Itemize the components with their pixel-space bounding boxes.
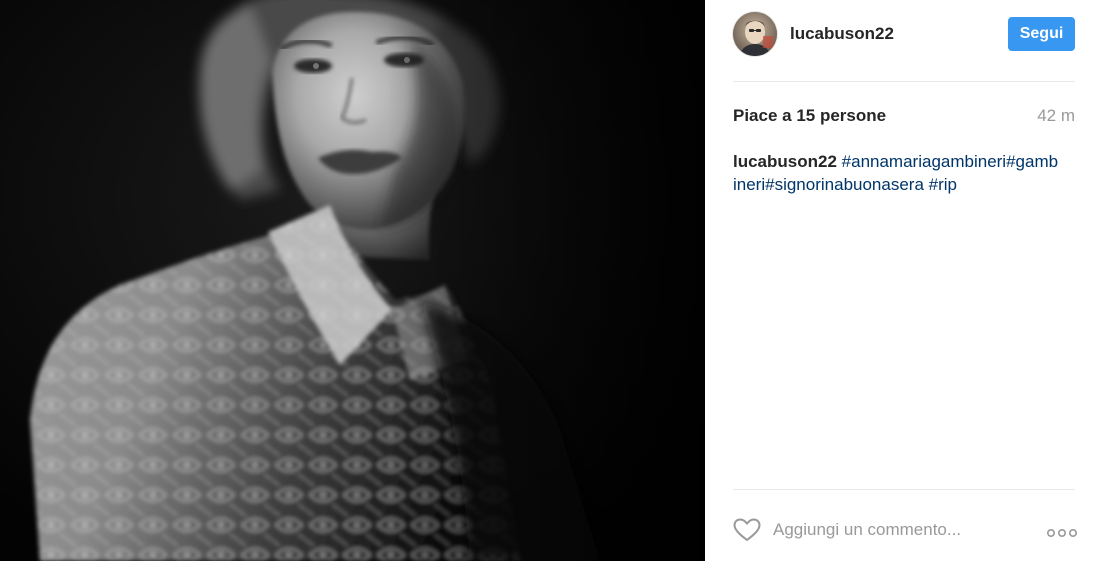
portrait-image (0, 0, 705, 561)
more-options-icon[interactable] (1046, 525, 1077, 538)
post-caption: lucabuson22 #annamariagambineri#gambiner… (733, 150, 1061, 196)
comment-bar (733, 510, 1077, 548)
heart-outline-icon[interactable] (733, 518, 761, 542)
hashtag-link[interactable]: #annamariagambineri (842, 152, 1006, 171)
likes-count[interactable]: Piace a 15 persone (733, 105, 886, 127)
post-header: lucabuson22 Segui (733, 12, 1075, 68)
comment-input[interactable] (773, 516, 1033, 544)
hashtag-link[interactable]: #signorinabuonasera (765, 175, 924, 194)
avatar[interactable] (733, 12, 777, 56)
caption-username[interactable]: lucabuson22 (733, 152, 837, 171)
hashtag-link[interactable]: #rip (929, 175, 957, 194)
header-divider (733, 81, 1075, 82)
comment-divider (733, 489, 1075, 490)
post-author-username[interactable]: lucabuson22 (790, 24, 894, 44)
follow-button[interactable]: Segui (1008, 17, 1075, 51)
post-photo[interactable] (0, 0, 705, 561)
post-stats: Piace a 15 persone 42 m (733, 105, 1075, 129)
avatar-image (733, 12, 777, 56)
post-timestamp[interactable]: 42 m (1037, 105, 1075, 127)
post-sidebar: lucabuson22 Segui Piace a 15 persone 42 … (705, 0, 1100, 561)
instagram-post: lucabuson22 Segui Piace a 15 persone 42 … (0, 0, 1100, 561)
